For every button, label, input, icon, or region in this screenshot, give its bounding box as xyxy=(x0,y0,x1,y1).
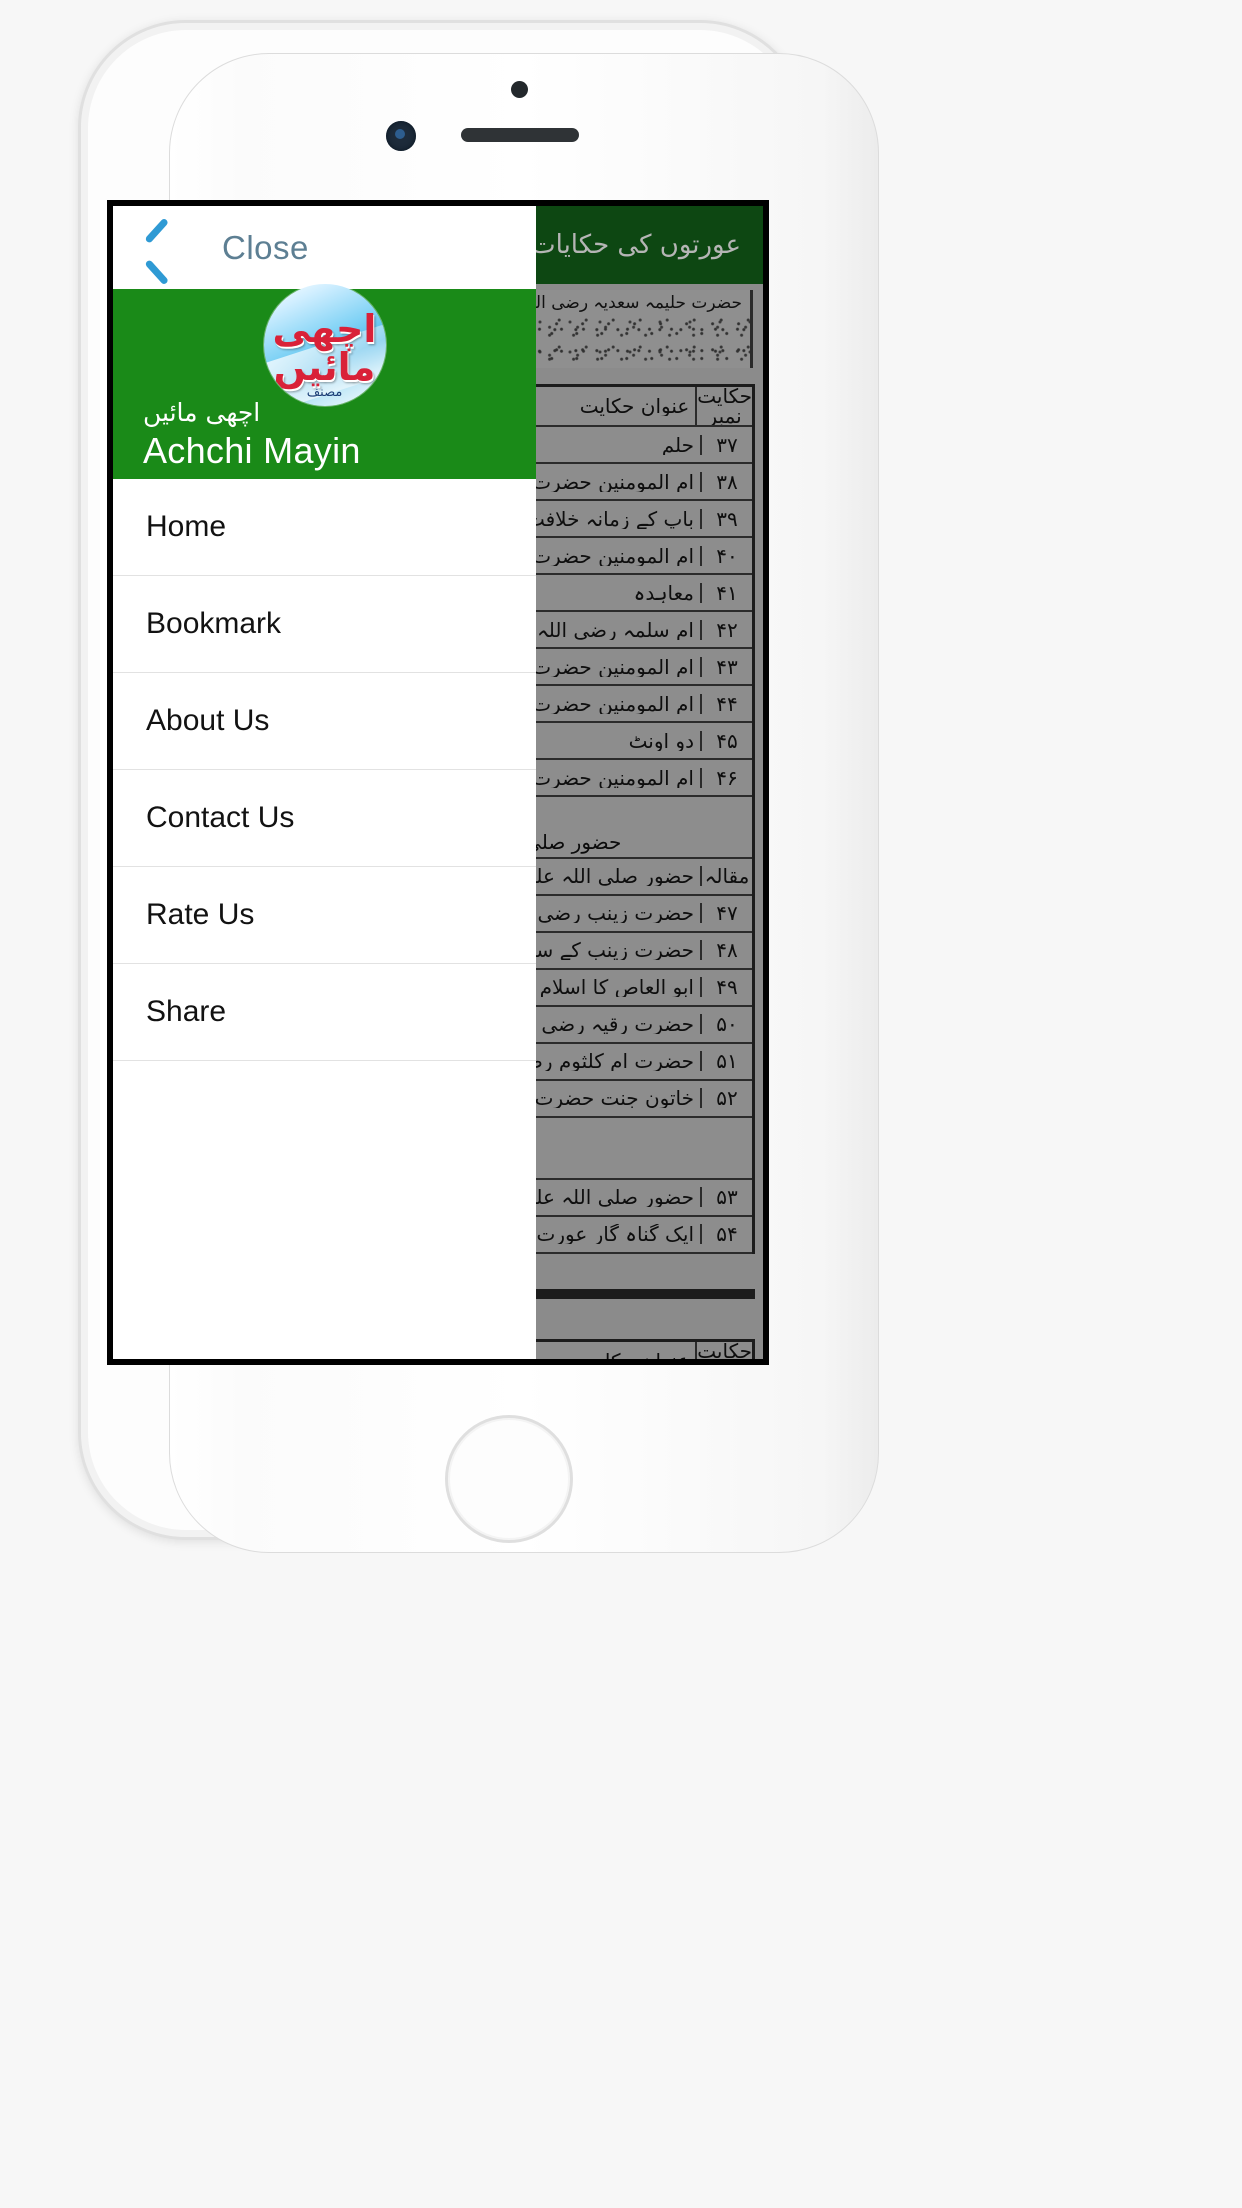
menu-item-rate-us[interactable]: Rate Us xyxy=(113,867,536,964)
proximity-sensor-icon xyxy=(511,81,528,98)
toc-row-number: ۳۹ xyxy=(700,508,752,529)
toc-row-number: ۴۴ xyxy=(700,693,752,714)
toc-row-number: ۵۴ xyxy=(700,1224,752,1244)
menu-item-share[interactable]: Share xyxy=(113,964,536,1061)
toc-header-num: حکایت نمبر xyxy=(695,387,752,427)
menu-item-label: About Us xyxy=(146,704,270,737)
drawer-brand-header: اچھی مائیں مصنف اچھی مائیں Achchi Mayin xyxy=(113,284,536,479)
menu-item-about-us[interactable]: About Us xyxy=(113,673,536,770)
menu-item-label: Rate Us xyxy=(146,898,255,931)
toc-row-number: ۴۵ xyxy=(700,730,752,751)
navigation-drawer: Close اچھی مائیں مصنف اچھی مائیں Achchi … xyxy=(113,206,536,1359)
logo-sub-text: مصنف xyxy=(306,385,343,400)
toc-row-number: مقالہ xyxy=(700,866,752,887)
menu-item-bookmark[interactable]: Bookmark xyxy=(113,576,536,673)
earpiece-speaker-icon xyxy=(461,128,579,142)
toc-row-number: ۴۲ xyxy=(700,619,752,640)
drawer-menu-list: Home Bookmark About Us Contact Us Rate Us Sha… xyxy=(113,479,536,1359)
toc-row-number: ۵۳ xyxy=(700,1187,752,1207)
reader-title: عورتوں کی حکایات xyxy=(531,230,741,260)
toc-row-number: ۴۱ xyxy=(700,582,752,603)
menu-item-label: Contact Us xyxy=(146,801,295,834)
app-screen: عورتوں کی حکایات حضرت حلیمہ سعدیہ رضی ال… xyxy=(107,200,769,1365)
close-button[interactable]: Close xyxy=(222,229,309,267)
toc-row-number: ۳۷ xyxy=(700,434,752,455)
toc-header-num-2: حکایت نمبر xyxy=(695,1342,752,1359)
home-button[interactable] xyxy=(445,1415,573,1543)
menu-item-label: Share xyxy=(146,995,227,1028)
toc-row-number: ۴۰ xyxy=(700,545,752,566)
toc-row-number: ۳۸ xyxy=(700,471,752,492)
menu-item-contact-us[interactable]: Contact Us xyxy=(113,770,536,867)
app-logo-icon: اچھی مائیں مصنف xyxy=(263,284,386,406)
chevron-left-icon[interactable] xyxy=(146,226,178,270)
toc-row-number: ۴۹ xyxy=(700,977,752,998)
logo-urdu-text: اچھی مائیں xyxy=(272,307,377,389)
toc-row-number: ۵۲ xyxy=(700,1088,752,1109)
front-camera-icon xyxy=(386,121,416,151)
toc-row-number: ۴۶ xyxy=(700,767,752,788)
toc-row-number: ۵۰ xyxy=(700,1014,752,1035)
toc-row-number: ۵۱ xyxy=(700,1051,752,1072)
menu-item-home[interactable]: Home xyxy=(113,479,536,576)
toc-row-number: ۴۷ xyxy=(700,903,752,924)
toc-row-number: ۴۸ xyxy=(700,940,752,961)
menu-item-label: Home xyxy=(146,510,227,543)
toc-row-number: ۴۳ xyxy=(700,656,752,677)
drawer-topbar: Close xyxy=(113,206,536,289)
app-urdu-title: اچھی مائیں xyxy=(143,398,261,427)
app-name-title: Achchi Mayin xyxy=(143,430,361,471)
menu-item-label: Bookmark xyxy=(146,607,282,640)
